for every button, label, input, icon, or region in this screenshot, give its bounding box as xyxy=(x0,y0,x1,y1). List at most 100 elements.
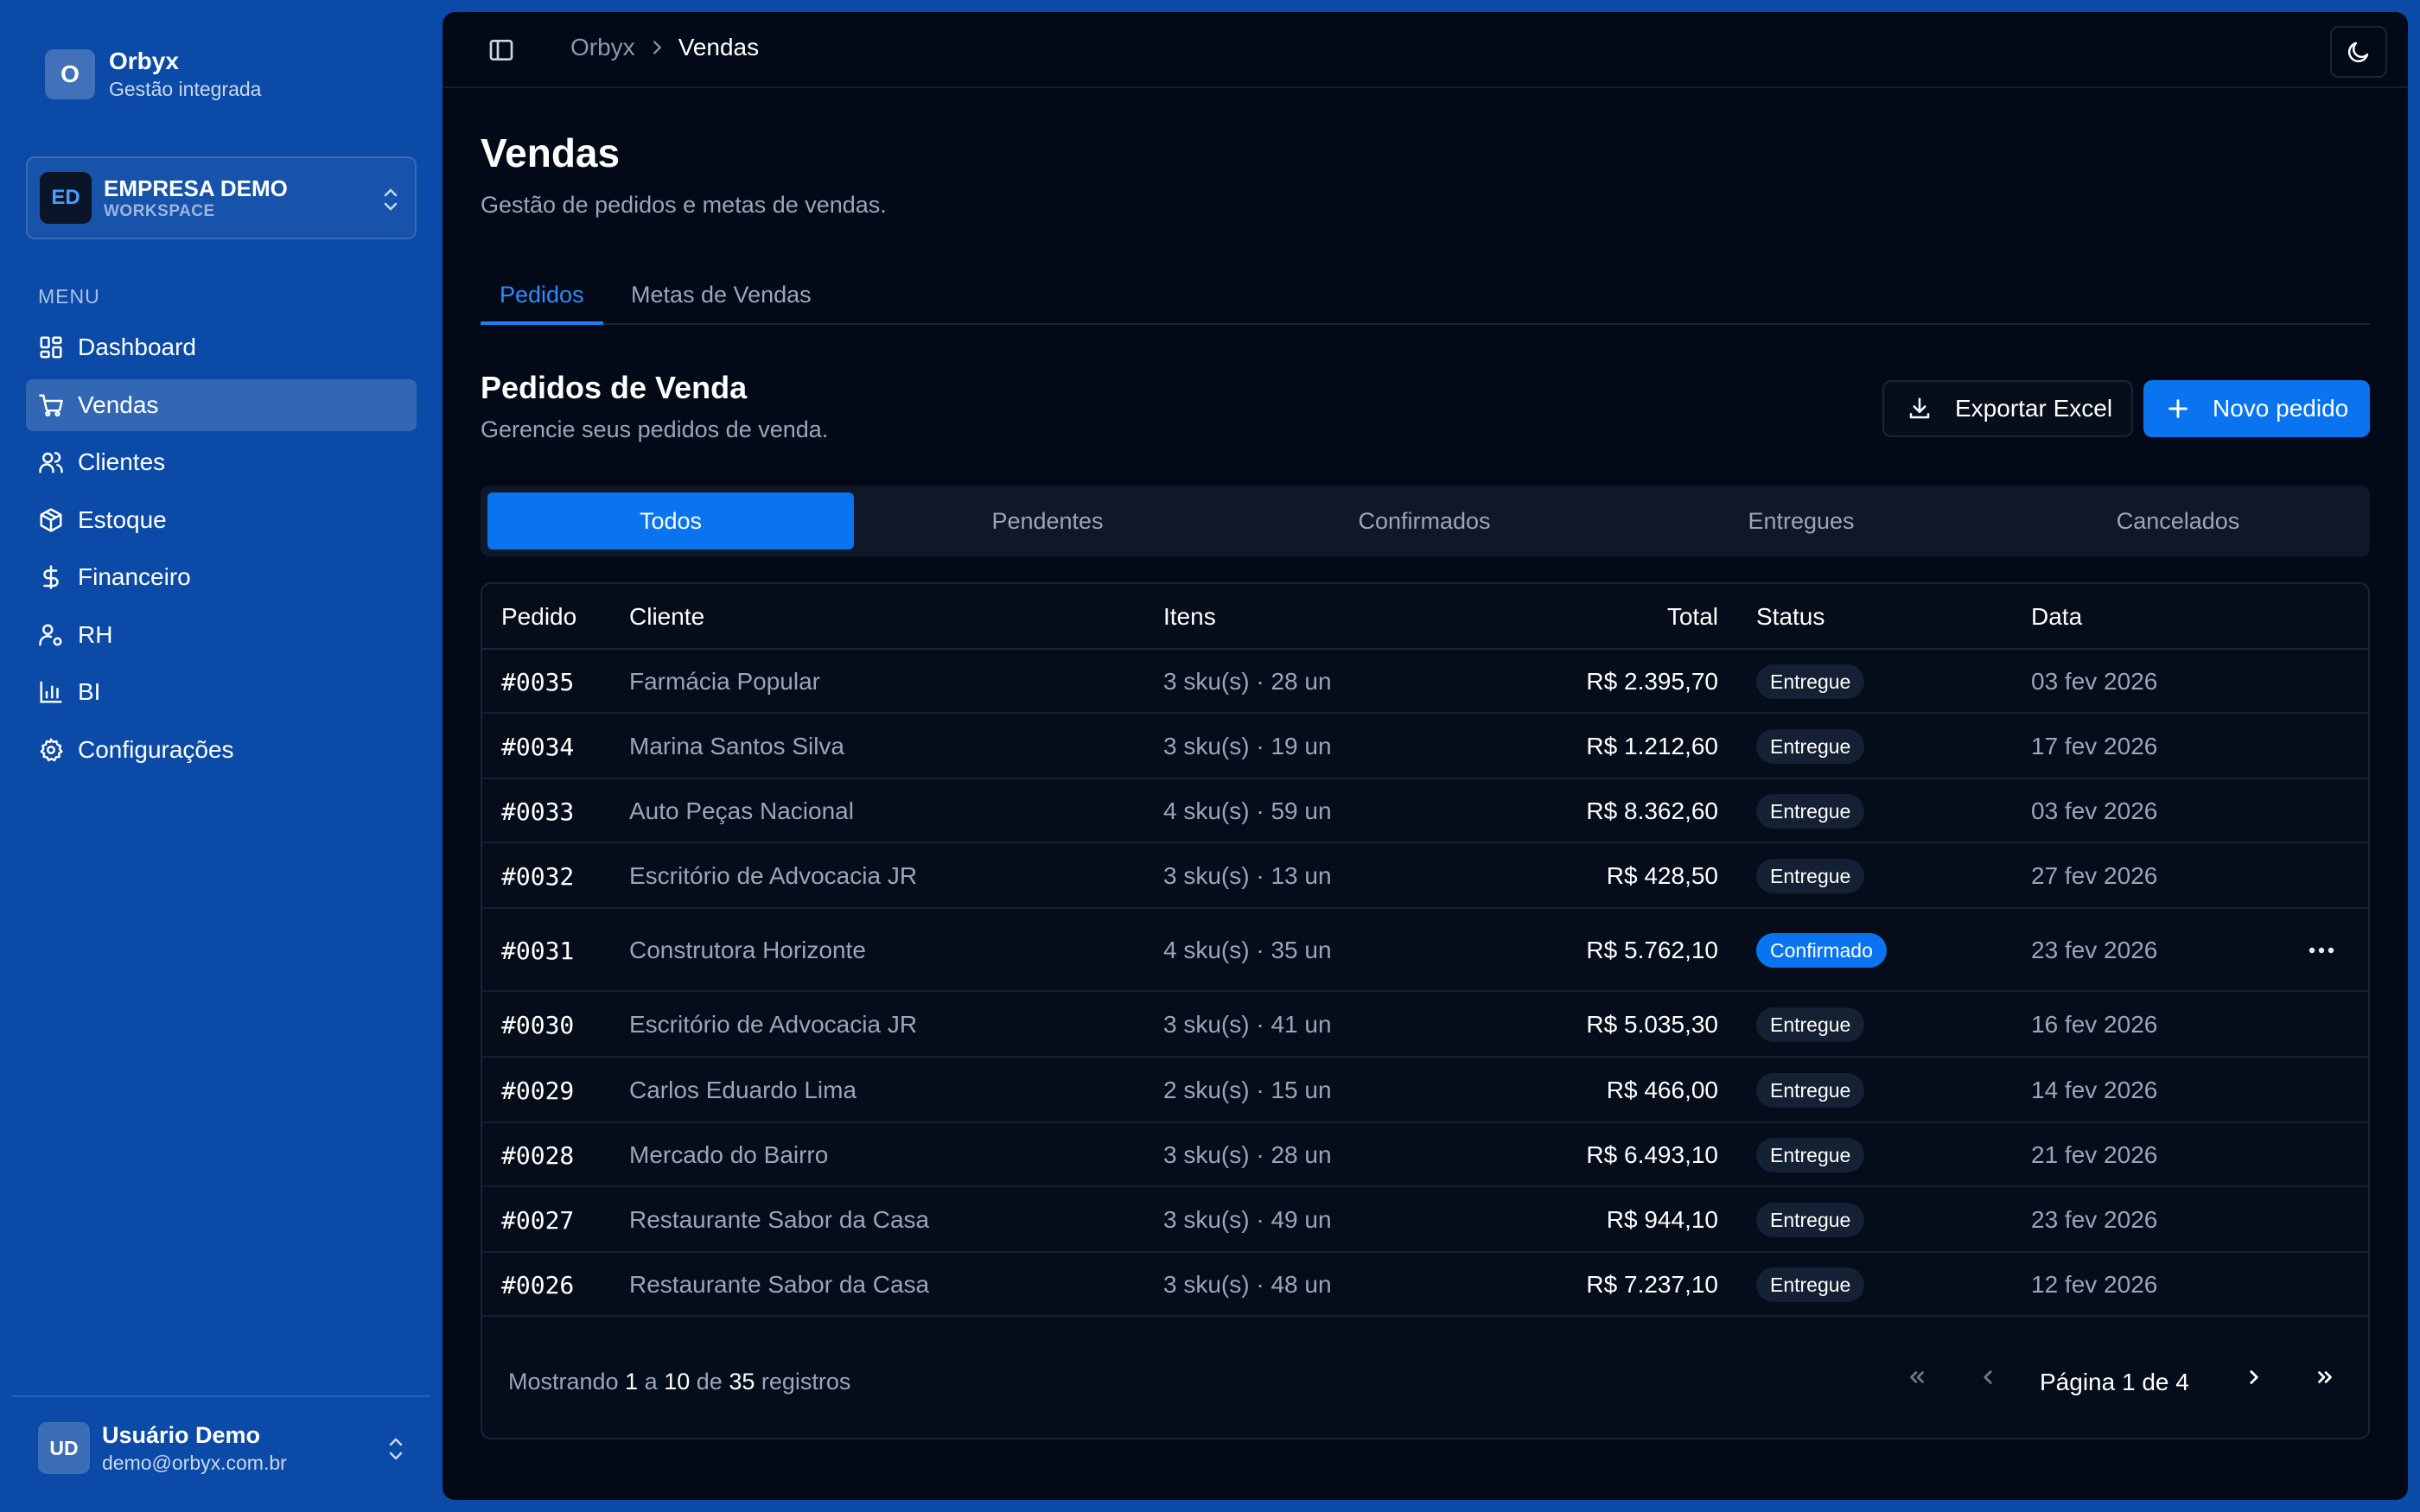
workspace-switcher[interactable]: ED EMPRESA DEMO WORKSPACE xyxy=(26,156,417,239)
order-date: 23 fev 2026 xyxy=(2031,937,2158,963)
download-icon xyxy=(1909,397,1930,419)
table-row[interactable]: #0033 Auto Peças Nacional 4 sku(s) · 59 un… xyxy=(482,779,2368,843)
status-cell: Entregue xyxy=(1756,1203,1865,1237)
sidebar-toggle-icon[interactable] xyxy=(487,36,515,64)
status-filter: Todos Pendentes Confirmados Entregues Ca… xyxy=(481,486,2370,556)
table-row[interactable]: #0028 Mercado do Bairro 3 sku(s) · 28 un R$… xyxy=(482,1123,2368,1187)
order-items: 3 sku(s) · 19 un xyxy=(1163,733,1332,759)
user-menu[interactable]: UD Usuário Demo demo@orbyx.com.br xyxy=(12,1395,430,1499)
order-date: 14 fev 2026 xyxy=(2031,1077,2158,1103)
previous-page-button[interactable] xyxy=(1962,1351,2014,1403)
order-total: R$ 1.212,60 xyxy=(1586,733,1718,759)
order-total: R$ 8.362,60 xyxy=(1586,797,1718,824)
new-order-button[interactable]: Novo pedido xyxy=(2143,380,2370,437)
table-row[interactable]: #0031 Construtora Horizonte 4 sku(s) · 35 … xyxy=(482,909,2368,992)
brand-logo: O xyxy=(45,49,95,99)
theme-toggle-button[interactable] xyxy=(2330,26,2387,78)
table-row[interactable]: #0032 Escritório de Advocacia JR 3 sku(s) … xyxy=(482,843,2368,909)
pagination-of-word: de xyxy=(696,1369,723,1394)
tab-metas-de-vendas[interactable]: Metas de Vendas xyxy=(612,271,831,325)
tabs: Pedidos Metas de Vendas xyxy=(481,271,2370,325)
sidebar-item-estoque[interactable]: Estoque xyxy=(26,494,417,546)
table-row[interactable]: #0030 Escritório de Advocacia JR 3 sku(s) … xyxy=(482,992,2368,1058)
breadcrumb-root[interactable]: Orbyx xyxy=(570,34,635,61)
filter-pendentes[interactable]: Pendentes xyxy=(864,492,1231,550)
status-cell: Confirmado xyxy=(1756,933,1887,968)
package-icon xyxy=(40,507,62,532)
more-actions-icon[interactable] xyxy=(2308,946,2335,955)
order-client: Restaurante Sabor da Casa xyxy=(629,1271,930,1298)
chevron-left-icon xyxy=(1984,1370,1992,1384)
status-cell: Entregue xyxy=(1756,1267,1865,1302)
sidebar-item-label: RH xyxy=(78,620,113,648)
tab-pedidos[interactable]: Pedidos xyxy=(481,271,603,325)
table-row[interactable]: #0029 Carlos Eduardo Lima 2 sku(s) · 15 un… xyxy=(482,1058,2368,1123)
order-date: 16 fev 2026 xyxy=(2031,1011,2158,1038)
sidebar: O Orbyx Gestão integrada ED EMPRESA DEMO… xyxy=(0,0,443,1512)
sidebar-item-rh[interactable]: RH xyxy=(26,609,417,661)
status-badge: Confirmado xyxy=(1756,933,1887,968)
order-items: 3 sku(s) · 28 un xyxy=(1163,668,1332,695)
table-row[interactable]: #0035 Farmácia Popular 3 sku(s) · 28 un R$ … xyxy=(482,650,2368,714)
plus-icon xyxy=(2168,399,2188,418)
status-cell: Entregue xyxy=(1756,1138,1865,1172)
next-page-button[interactable] xyxy=(2228,1351,2280,1403)
order-client: Escritório de Advocacia JR xyxy=(629,862,918,889)
brand-name: Orbyx xyxy=(109,48,179,74)
status-cell: Entregue xyxy=(1756,729,1865,764)
column-header-pedido: Pedido xyxy=(501,603,577,630)
sidebar-item-label: Dashboard xyxy=(78,334,196,360)
order-items: 3 sku(s) · 41 un xyxy=(1163,1011,1332,1038)
filter-todos[interactable]: Todos xyxy=(487,492,854,550)
dashboard-icon xyxy=(40,336,62,359)
sidebar-item-clientes[interactable]: Clientes xyxy=(26,436,417,488)
table-row[interactable]: #0034 Marina Santos Silva 3 sku(s) · 19 un… xyxy=(482,714,2368,779)
filter-confirmados[interactable]: Confirmados xyxy=(1241,492,1608,550)
pagination-from: 1 xyxy=(625,1369,639,1394)
breadcrumb-current: Vendas xyxy=(678,34,760,60)
order-items: 3 sku(s) · 48 un xyxy=(1163,1271,1332,1298)
order-id: #0033 xyxy=(501,797,575,826)
sidebar-item-label: Financeiro xyxy=(78,563,191,590)
topbar: Orbyx Vendas xyxy=(443,12,2408,88)
column-header-cliente: Cliente xyxy=(629,603,705,630)
status-badge: Entregue xyxy=(1756,664,1865,699)
order-id: #0034 xyxy=(501,733,575,761)
order-client: Auto Peças Nacional xyxy=(629,797,854,824)
bar-chart-icon xyxy=(40,681,62,703)
order-client: Marina Santos Silva xyxy=(629,733,845,759)
order-id: #0035 xyxy=(501,668,575,696)
dollar-icon xyxy=(43,565,59,589)
pagination-info: Mostrando 1 a 10 de 35 registros xyxy=(508,1369,850,1395)
breadcrumb: Orbyx Vendas xyxy=(570,34,759,61)
export-excel-button[interactable]: Exportar Excel xyxy=(1882,380,2133,437)
page-indicator: Página 1 de 4 xyxy=(2040,1369,2189,1395)
last-page-button[interactable] xyxy=(2299,1351,2351,1403)
section-subtitle: Gerencie seus pedidos de venda. xyxy=(481,416,829,442)
order-date: 12 fev 2026 xyxy=(2031,1271,2158,1298)
sidebar-item-vendas[interactable]: Vendas xyxy=(26,378,417,431)
order-date: 27 fev 2026 xyxy=(2031,862,2158,889)
order-date: 23 fev 2026 xyxy=(2031,1206,2158,1233)
status-cell: Entregue xyxy=(1756,664,1865,699)
status-badge: Entregue xyxy=(1756,1007,1865,1042)
filter-cancelados[interactable]: Cancelados xyxy=(1995,492,2361,550)
sidebar-item-bi[interactable]: BI xyxy=(26,666,417,718)
sidebar-item-financeiro[interactable]: Financeiro xyxy=(26,551,417,603)
table-row[interactable]: #0027 Restaurante Sabor da Casa 3 sku(s) ·… xyxy=(482,1187,2368,1253)
sidebar-item-label: Clientes xyxy=(78,448,166,475)
table-row[interactable]: #0026 Restaurante Sabor da Casa 3 sku(s) ·… xyxy=(482,1253,2368,1317)
status-badge: Entregue xyxy=(1756,1267,1865,1302)
new-order-label: Novo pedido xyxy=(2213,395,2349,422)
sidebar-item-dashboard[interactable]: Dashboard xyxy=(26,321,417,373)
status-cell: Entregue xyxy=(1756,794,1865,829)
avatar: UD xyxy=(38,1422,90,1474)
workspace-name: EMPRESA DEMO xyxy=(104,175,288,201)
column-header-total: Total xyxy=(1666,603,1718,630)
filter-entregues[interactable]: Entregues xyxy=(1618,492,1984,550)
brand[interactable]: O Orbyx Gestão integrada xyxy=(45,47,261,102)
status-badge: Entregue xyxy=(1756,794,1865,829)
first-page-button[interactable] xyxy=(1891,1351,1943,1403)
order-total: R$ 944,10 xyxy=(1606,1206,1718,1233)
sidebar-item-configuracoes[interactable]: Configurações xyxy=(26,724,417,776)
